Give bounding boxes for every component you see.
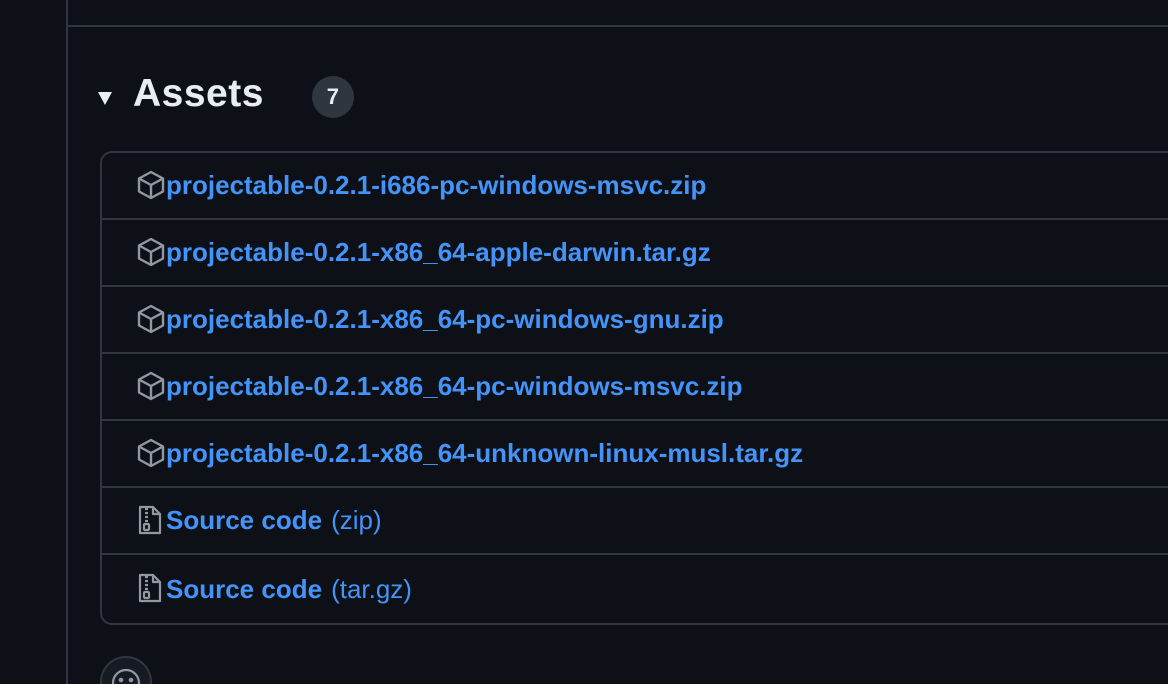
asset-row: projectable-0.2.1-x86_64-pc-windows-msvc…: [102, 354, 1168, 421]
package-icon: [136, 370, 166, 402]
add-reaction-button[interactable]: [100, 656, 152, 684]
asset-link[interactable]: projectable-0.2.1-x86_64-unknown-linux-m…: [166, 438, 803, 469]
file-zip-icon: [136, 572, 166, 604]
asset-row: projectable-0.2.1-x86_64-pc-windows-gnu.…: [102, 287, 1168, 354]
asset-row: projectable-0.2.1-x86_64-unknown-linux-m…: [102, 421, 1168, 488]
asset-row: projectable-0.2.1-x86_64-apple-darwin.ta…: [102, 220, 1168, 287]
asset-row: projectable-0.2.1-i686-pc-windows-msvc.z…: [102, 153, 1168, 220]
asset-link[interactable]: Source code: [166, 505, 322, 536]
release-body-bottom-edge: [68, 0, 1168, 27]
asset-link[interactable]: projectable-0.2.1-i686-pc-windows-msvc.z…: [166, 170, 706, 201]
assets-summary-toggle[interactable]: Assets 7: [98, 64, 354, 124]
file-zip-icon: [136, 504, 166, 536]
package-icon: [136, 169, 166, 201]
triangle-down-icon: [98, 91, 112, 105]
asset-link[interactable]: projectable-0.2.1-x86_64-pc-windows-msvc…: [166, 371, 743, 402]
package-icon: [136, 437, 166, 469]
package-icon: [136, 303, 166, 335]
assets-list: projectable-0.2.1-i686-pc-windows-msvc.z…: [100, 151, 1168, 625]
asset-link[interactable]: Source code: [166, 574, 322, 605]
timeline-rail: [66, 0, 68, 684]
package-icon: [136, 236, 166, 268]
assets-count-badge: 7: [311, 76, 354, 118]
asset-row: Source code (zip): [102, 488, 1168, 555]
asset-format-label: (zip): [331, 505, 382, 535]
smiley-icon: [111, 668, 141, 684]
asset-link[interactable]: projectable-0.2.1-x86_64-apple-darwin.ta…: [166, 237, 711, 268]
assets-heading: Assets: [133, 72, 264, 115]
release-page: Assets 7 projectable-0.2.1-i686-pc-windo…: [0, 0, 1168, 684]
asset-row: Source code (tar.gz): [102, 555, 1168, 623]
asset-format-label: (tar.gz): [331, 573, 412, 604]
asset-link[interactable]: projectable-0.2.1-x86_64-pc-windows-gnu.…: [166, 304, 724, 335]
